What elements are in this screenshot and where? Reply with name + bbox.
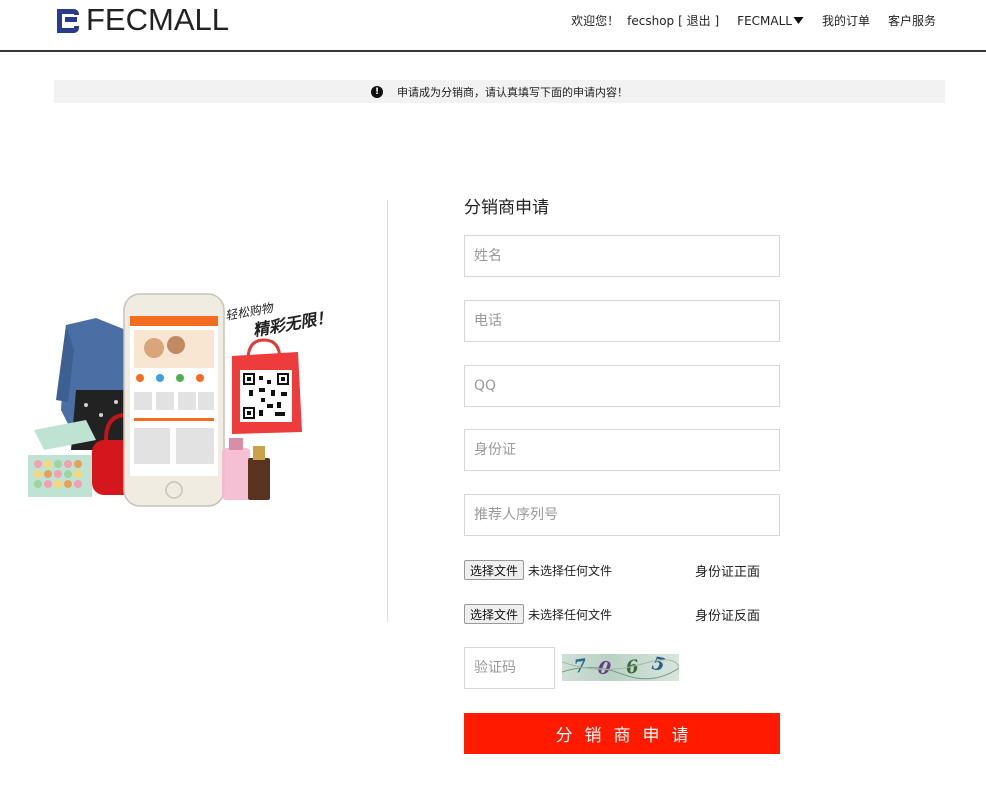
logo-icon	[57, 9, 79, 33]
id-back-file-status: 未选择任何文件	[528, 607, 613, 622]
my-orders-link[interactable]: 我的订单	[822, 12, 870, 29]
id-front-file-status: 未选择任何文件	[528, 563, 613, 578]
top-nav: 欢迎您！ fecshop [ 退出 ] FECMALL 我的订单 客户服务	[571, 12, 936, 29]
captcha-image[interactable]: 7 0 6 5	[562, 654, 679, 681]
exclamation-icon: !	[371, 85, 383, 98]
vertical-divider	[387, 200, 388, 622]
id-back-choose-file-button[interactable]: 选择文件	[464, 604, 525, 624]
id-back-upload-row: 选择文件 未选择任何文件 身份证反面	[464, 603, 784, 625]
submit-application-button[interactable]: 分销商申请	[464, 713, 780, 754]
fecmall-menu-label: FECMALL	[737, 13, 792, 28]
welcome-text: 欢迎您！	[571, 14, 620, 28]
logo-text: FECMALL	[86, 2, 229, 37]
referrer-code-input[interactable]	[464, 494, 780, 536]
id-back-label: 身份证反面	[695, 608, 761, 624]
captcha-input[interactable]	[464, 647, 555, 689]
captcha-noise	[562, 659, 679, 680]
id-front-upload-row: 选择文件 未选择任何文件 身份证正面	[464, 559, 784, 581]
notice-bar: ! 申请成为分销商，请认真填写下面的申请内容！	[54, 80, 945, 103]
form-title: 分销商申请	[464, 198, 549, 218]
fecmall-menu[interactable]: FECMALL	[737, 14, 804, 28]
qq-input[interactable]	[464, 365, 780, 407]
phone-input[interactable]	[464, 300, 780, 342]
id-front-label: 身份证正面	[695, 564, 761, 580]
caret-down-icon	[793, 17, 804, 24]
fecmall-logo[interactable]: FECMALL	[54, 2, 229, 37]
name-input[interactable]	[464, 235, 780, 277]
promo-illustration: 轻松购物 精彩无限！	[28, 293, 333, 507]
site-header: FECMALL 欢迎您！ fecshop [ 退出 ] FECMALL 我的订单…	[0, 0, 986, 52]
username-link[interactable]: fecshop	[627, 14, 674, 28]
id-card-input[interactable]	[464, 429, 780, 471]
logout-link[interactable]: [ 退出 ]	[678, 12, 719, 29]
customer-service-link[interactable]: 客户服务	[888, 12, 936, 29]
notice-text: 申请成为分销商，请认真填写下面的申请内容！	[397, 85, 628, 99]
id-front-choose-file-button[interactable]: 选择文件	[464, 560, 525, 580]
